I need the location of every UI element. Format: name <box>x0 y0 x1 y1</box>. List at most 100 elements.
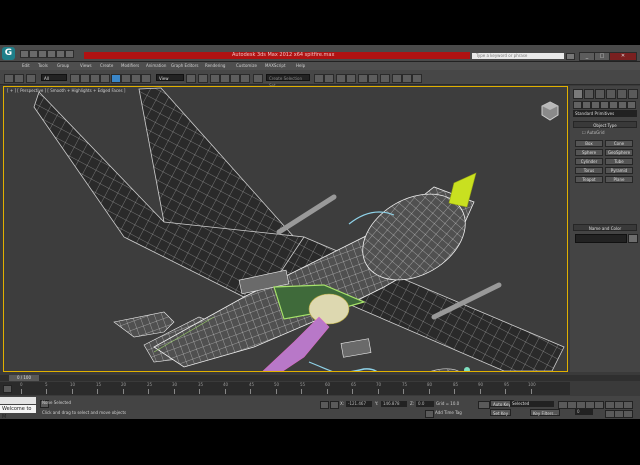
selection-region-icon[interactable] <box>90 74 100 83</box>
layer-manager-icon[interactable] <box>336 74 346 83</box>
percent-snap-icon[interactable] <box>230 74 240 83</box>
selection-filter-dropdown[interactable]: All <box>41 74 67 81</box>
modify-tab-icon[interactable] <box>584 89 594 99</box>
set-key-icon[interactable] <box>478 401 490 409</box>
teapot-button[interactable]: Teapot <box>575 176 603 183</box>
cylinder-button[interactable]: Cylinder <box>575 158 603 165</box>
select-move-icon[interactable] <box>111 74 121 83</box>
select-object-icon[interactable] <box>70 74 80 83</box>
render-setup-icon[interactable] <box>392 74 402 83</box>
menu-graph-editors[interactable]: Graph Editors <box>171 62 198 70</box>
cone-button[interactable]: Cone <box>605 140 633 147</box>
menu-customize[interactable]: Customize <box>236 62 257 70</box>
space-warps-icon[interactable] <box>618 101 627 109</box>
place-icon[interactable] <box>141 74 151 83</box>
motion-tab-icon[interactable] <box>606 89 616 99</box>
rendered-frame-window-icon[interactable] <box>402 74 412 83</box>
sphere-button[interactable]: Sphere <box>575 149 603 156</box>
select-scale-icon[interactable] <box>131 74 141 83</box>
track-bar[interactable]: 0 5 10 15 20 25 30 35 40 45 50 55 60 65 … <box>0 382 570 395</box>
menu-views[interactable]: Views <box>80 62 92 70</box>
key-filters-button[interactable]: Key Filters... <box>530 409 561 416</box>
cameras-icon[interactable] <box>600 101 609 109</box>
menu-group[interactable]: Group <box>57 62 69 70</box>
select-link-icon[interactable] <box>26 74 36 83</box>
schematic-view-icon[interactable] <box>368 74 378 83</box>
current-frame-field[interactable]: 0 <box>575 409 593 415</box>
redo-icon[interactable] <box>14 74 24 83</box>
maxscript-listener-top[interactable] <box>0 397 36 404</box>
z-coordinate-field[interactable]: 0.0 <box>416 401 434 407</box>
angle-snap-icon[interactable] <box>220 74 230 83</box>
minimize-button[interactable]: _ <box>579 52 595 61</box>
mirror-icon[interactable] <box>314 74 324 83</box>
geosphere-button[interactable]: GeoSphere <box>605 149 633 156</box>
torus-button[interactable]: Torus <box>575 167 603 174</box>
plane-button[interactable]: Plane <box>605 176 633 183</box>
x-coordinate-field[interactable]: -121.467 <box>346 401 372 407</box>
tube-button[interactable]: Tube <box>605 158 633 165</box>
helpers-icon[interactable] <box>609 101 618 109</box>
spinner-snap-icon[interactable] <box>240 74 250 83</box>
menu-tools[interactable]: Tools <box>38 62 48 70</box>
object-type-rollout[interactable]: Object Type <box>573 121 637 128</box>
hierarchy-tab-icon[interactable] <box>595 89 605 99</box>
new-file-icon[interactable] <box>20 50 29 58</box>
create-tab-icon[interactable] <box>573 89 583 99</box>
render-production-icon[interactable] <box>412 74 422 83</box>
close-button[interactable]: ✕ <box>609 52 637 61</box>
reference-coordinate-dropdown[interactable]: View <box>156 74 184 81</box>
save-file-icon[interactable] <box>38 50 47 58</box>
redo-icon[interactable] <box>56 50 65 58</box>
zoom-extents-icon[interactable] <box>623 401 633 409</box>
menu-help[interactable]: Help <box>296 62 305 70</box>
undo-icon[interactable] <box>4 74 14 83</box>
app-logo-icon[interactable]: G <box>2 47 15 60</box>
search-input[interactable]: Type a keyword or phrase <box>472 53 564 59</box>
select-by-name-icon[interactable] <box>80 74 90 83</box>
undo-icon[interactable] <box>47 50 56 58</box>
manipulate-icon[interactable] <box>198 74 208 83</box>
object-name-input[interactable] <box>575 234 627 243</box>
utilities-tab-icon[interactable] <box>628 89 638 99</box>
time-slider[interactable]: 0 / 100 <box>0 375 640 381</box>
named-selection-set-dropdown[interactable]: Create Selection Set <box>266 74 310 88</box>
menu-edit[interactable]: Edit <box>22 62 30 70</box>
edit-named-selection-icon[interactable] <box>253 74 263 83</box>
key-selection-dropdown[interactable]: Selected <box>510 401 554 407</box>
go-to-end-icon[interactable] <box>594 401 604 409</box>
curve-editor-icon[interactable] <box>358 74 368 83</box>
graphite-ribbon-icon[interactable] <box>346 74 356 83</box>
time-slider-handle[interactable]: 0 / 100 <box>9 375 39 381</box>
select-rotate-icon[interactable] <box>121 74 131 83</box>
lights-icon[interactable] <box>591 101 600 109</box>
maximize-viewport-icon[interactable] <box>623 410 633 418</box>
pivot-center-icon[interactable] <box>186 74 196 83</box>
menu-maxscript[interactable]: MAXScript <box>265 62 286 70</box>
window-crossing-icon[interactable] <box>100 74 110 83</box>
align-icon[interactable] <box>324 74 334 83</box>
menu-animation[interactable]: Animation <box>146 62 166 70</box>
snaps-toggle-icon[interactable] <box>210 74 220 83</box>
primitive-category-dropdown[interactable]: Standard Primitives <box>573 110 637 117</box>
absolute-mode-icon[interactable] <box>330 401 339 409</box>
menu-create[interactable]: Create <box>100 62 113 70</box>
name-and-color-rollout[interactable]: Name and Color <box>573 224 637 231</box>
box-button[interactable]: Box <box>575 140 603 147</box>
autogrid-checkbox[interactable]: ☐ AutoGrid <box>582 130 605 135</box>
geometry-icon[interactable] <box>573 101 582 109</box>
object-color-swatch[interactable] <box>628 234 638 243</box>
material-editor-icon[interactable] <box>380 74 390 83</box>
maximize-button[interactable]: □ <box>594 52 610 61</box>
menu-modifiers[interactable]: Modifiers <box>121 62 139 70</box>
maxscript-listener[interactable]: Welcome to M <box>0 405 36 419</box>
pyramid-button[interactable]: Pyramid <box>605 167 633 174</box>
lock-selection-icon[interactable] <box>320 401 329 409</box>
shapes-icon[interactable] <box>582 101 591 109</box>
systems-icon[interactable] <box>627 101 636 109</box>
perspective-viewport[interactable]: [ + ] [ Perspective ] [ Smooth + Highlig… <box>3 86 568 372</box>
set-key-button[interactable]: Set Key <box>490 409 512 416</box>
mini-curve-editor-icon[interactable] <box>3 385 12 393</box>
display-tab-icon[interactable] <box>617 89 627 99</box>
search-icon[interactable] <box>566 53 575 60</box>
